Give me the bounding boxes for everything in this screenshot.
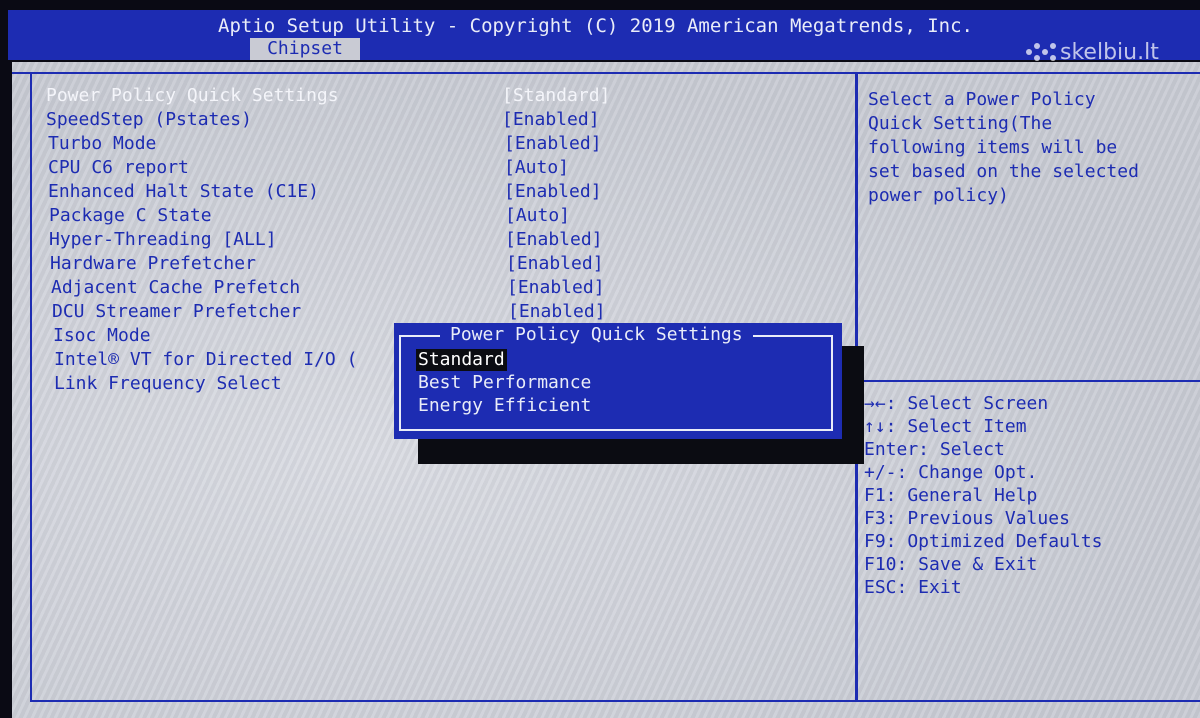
popup-title: Power Policy Quick Settings xyxy=(440,323,753,347)
key-help-line: ↑↓: Select Item xyxy=(864,416,1027,437)
setting-value[interactable]: [Enabled] xyxy=(508,300,606,324)
bios-screen: Aptio Setup Utility - Copyright (C) 2019… xyxy=(0,0,1200,718)
power-policy-popup: Power Policy Quick Settings Standard Best… xyxy=(394,323,842,439)
header-bar: Aptio Setup Utility - Copyright (C) 2019… xyxy=(8,10,1200,65)
setting-value[interactable]: [Enabled] xyxy=(504,180,602,204)
setting-value[interactable]: [Enabled] xyxy=(502,108,600,132)
frame-left-line xyxy=(30,72,32,702)
tab-chipset[interactable]: Chipset xyxy=(250,38,360,60)
setting-value[interactable]: [Auto] xyxy=(504,156,569,180)
setting-row[interactable]: DCU Streamer Prefetcher [Enabled] xyxy=(52,300,852,324)
setting-label: CPU C6 report xyxy=(48,157,189,178)
popup-option[interactable]: Standard xyxy=(416,349,507,371)
popup-option[interactable]: Energy Efficient xyxy=(418,395,591,417)
setting-value[interactable]: [Auto] xyxy=(505,204,570,228)
key-help-line: F1: General Help xyxy=(864,485,1038,506)
setting-label: SpeedStep (Pstates) xyxy=(46,109,252,130)
help-line: power policy) xyxy=(868,185,1009,206)
setting-row[interactable]: CPU C6 report [Auto] xyxy=(48,156,848,180)
setting-row[interactable]: Enhanced Halt State (C1E) [Enabled] xyxy=(48,180,848,204)
item-help-text: Select a Power Policy Quick Setting(The fo… xyxy=(868,88,1168,208)
setting-label: Enhanced Halt State (C1E) xyxy=(48,181,319,202)
key-help-line: F9: Optimized Defaults xyxy=(864,531,1103,552)
setting-row[interactable]: Hyper-Threading [ALL] [Enabled] xyxy=(49,228,849,252)
frame-divider-horizontal xyxy=(858,380,1200,382)
setting-label: Isoc Mode xyxy=(53,325,151,346)
setting-label: Hyper-Threading [ALL] xyxy=(49,229,277,250)
help-line: following items will be xyxy=(868,137,1118,158)
frame-top-line xyxy=(12,72,1200,74)
setting-row[interactable]: Power Policy Quick Settings [Standard] xyxy=(46,84,846,108)
help-line: set based on the selected xyxy=(868,161,1139,182)
setting-value[interactable]: [Enabled] xyxy=(506,252,604,276)
help-line: Quick Setting(The xyxy=(868,113,1053,134)
setting-row[interactable]: Turbo Mode [Enabled] xyxy=(48,132,848,156)
setting-value[interactable]: [Enabled] xyxy=(507,276,605,300)
key-help-line: +/-: Change Opt. xyxy=(864,462,1038,483)
setting-row[interactable]: Hardware Prefetcher [Enabled] xyxy=(50,252,850,276)
setting-label: DCU Streamer Prefetcher xyxy=(52,301,302,322)
setting-row[interactable]: Package C State [Auto] xyxy=(49,204,849,228)
popup-option[interactable]: Best Performance xyxy=(418,372,591,394)
setting-label: Adjacent Cache Prefetch xyxy=(51,277,301,298)
setting-value[interactable]: [Enabled] xyxy=(504,132,602,156)
setting-row[interactable]: SpeedStep (Pstates) [Enabled] xyxy=(46,108,846,132)
key-help-line: Enter: Select xyxy=(864,439,1005,460)
help-line: Select a Power Policy xyxy=(868,89,1096,110)
key-help-line: F10: Save & Exit xyxy=(864,554,1038,575)
key-help-line: →←: Select Screen xyxy=(864,393,1049,414)
setting-label: Package C State xyxy=(49,205,212,226)
key-help-line: F3: Previous Values xyxy=(864,508,1070,529)
setting-value[interactable]: [Standard] xyxy=(502,84,610,108)
setting-label: Hardware Prefetcher xyxy=(50,253,256,274)
setting-label: Turbo Mode xyxy=(48,133,157,154)
setting-label: Link Frequency Select xyxy=(54,373,282,394)
frame-bottom-line xyxy=(30,700,1200,702)
app-title: Aptio Setup Utility - Copyright (C) 2019… xyxy=(218,15,973,37)
setting-row[interactable]: Adjacent Cache Prefetch [Enabled] xyxy=(51,276,851,300)
setting-value[interactable]: [Enabled] xyxy=(505,228,603,252)
setting-label: Intel® VT for Directed I/O ( xyxy=(54,349,358,370)
key-help-legend: →←: Select Screen ↑↓: Select Item Enter: S… xyxy=(864,392,1194,599)
key-help-line: ESC: Exit xyxy=(864,577,962,598)
setting-label: Power Policy Quick Settings xyxy=(46,85,339,106)
dots-logo-icon xyxy=(1026,41,1056,63)
